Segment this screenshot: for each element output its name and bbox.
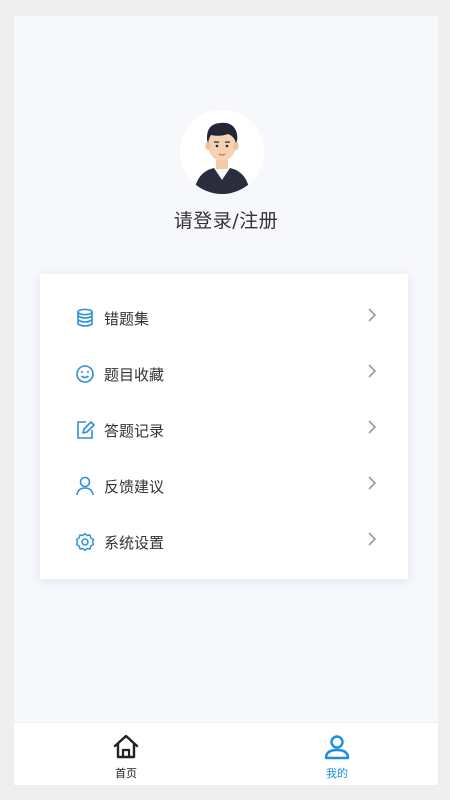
- tab-label: 我的: [326, 767, 348, 780]
- tab-mine[interactable]: 我的: [277, 723, 397, 785]
- menu-item-favorites[interactable]: 题目收藏: [40, 354, 408, 394]
- avatar[interactable]: [180, 110, 264, 194]
- chevron-right-icon: [366, 530, 378, 548]
- menu-item-label: 错题集: [104, 310, 150, 328]
- chevron-right-icon: [366, 306, 378, 324]
- tab-home[interactable]: 首页: [66, 723, 186, 785]
- menu-item-settings[interactable]: 系统设置: [40, 522, 408, 562]
- avatar-illustration: [180, 110, 264, 194]
- chevron-right-icon: [366, 474, 378, 492]
- menu-item-answer-records[interactable]: 答题记录: [40, 410, 408, 450]
- menu-item-label: 系统设置: [104, 534, 165, 552]
- user-icon: [323, 733, 351, 761]
- chevron-right-icon: [366, 362, 378, 380]
- settings-icon: [74, 531, 96, 553]
- menu-item-label: 答题记录: [104, 422, 165, 440]
- chevron-right-icon: [366, 418, 378, 436]
- menu-item-feedback[interactable]: 反馈建议: [40, 466, 408, 506]
- menu-item-label: 反馈建议: [104, 478, 165, 496]
- smiley-icon: [74, 363, 96, 385]
- tab-label: 首页: [115, 767, 137, 780]
- menu-card: 错题集 题目收藏 答题记录 反馈建议 系统设置: [40, 274, 408, 579]
- home-icon: [112, 733, 140, 761]
- menu-item-label: 题目收藏: [104, 366, 165, 384]
- login-register-link[interactable]: 请登录/注册: [14, 206, 438, 233]
- bottom-tab-bar: 首页 我的: [14, 722, 438, 785]
- edit-icon: [74, 419, 96, 441]
- database-icon: [74, 307, 96, 329]
- profile-screen: 请登录/注册 错题集 题目收藏 答题记录 反馈建议 系统设置: [14, 16, 438, 784]
- user-icon: [74, 475, 96, 497]
- device-frame: 请登录/注册 错题集 题目收藏 答题记录 反馈建议 系统设置 首页 我的: [0, 0, 450, 800]
- menu-item-wrong-questions[interactable]: 错题集: [40, 298, 408, 338]
